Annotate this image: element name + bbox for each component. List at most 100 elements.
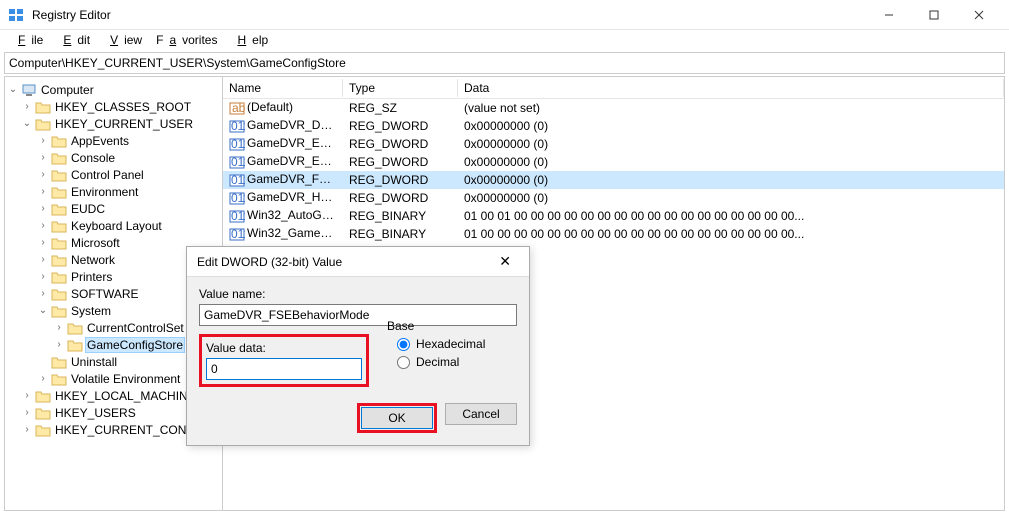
value-data-input[interactable]: [206, 358, 362, 380]
header-name[interactable]: Name: [223, 79, 343, 97]
radio-dec[interactable]: [397, 356, 410, 369]
reg-sz-icon: ab: [229, 100, 245, 116]
expand-icon[interactable]: ›: [37, 220, 49, 231]
svg-text:011: 011: [231, 227, 245, 241]
value-name-label: Value name:: [199, 287, 517, 301]
expand-icon[interactable]: ›: [53, 322, 65, 333]
reg-bin-icon: 011: [229, 118, 245, 134]
list-row[interactable]: ab(Default)REG_SZ(value not set): [223, 99, 1004, 117]
menu-favorites[interactable]: Favorites: [150, 31, 223, 49]
titlebar: Registry Editor: [0, 0, 1009, 30]
list-row[interactable]: 011GameDVR_Enabl...REG_DWORD0x00000000 (…: [223, 153, 1004, 171]
dialog-titlebar[interactable]: Edit DWORD (32-bit) Value ✕: [187, 247, 529, 277]
folder-icon: [51, 304, 67, 318]
value-data-highlight: Value data:: [199, 334, 369, 387]
menu-file[interactable]: File: [6, 31, 49, 49]
dialog-buttons: OK Cancel: [357, 403, 517, 433]
edit-dword-dialog: Edit DWORD (32-bit) Value ✕ Value name: …: [186, 246, 530, 446]
list-row[interactable]: 011Win32_AutoGa...REG_BINARY01 00 01 00 …: [223, 207, 1004, 225]
folder-icon: [35, 423, 51, 437]
cancel-button[interactable]: Cancel: [445, 403, 517, 425]
list-row[interactable]: 011GameDVR_FSEB...REG_DWORD0x00000000 (0…: [223, 171, 1004, 189]
tree-computer[interactable]: ⌄ Computer: [5, 81, 222, 98]
address-bar[interactable]: Computer\HKEY_CURRENT_USER\System\GameCo…: [4, 52, 1005, 74]
expand-icon[interactable]: ›: [21, 101, 33, 112]
dialog-title-text: Edit DWORD (32-bit) Value: [197, 255, 491, 269]
expand-icon[interactable]: ›: [37, 203, 49, 214]
expand-icon[interactable]: ⌄: [37, 305, 49, 316]
value-data-label: Value data:: [206, 341, 362, 355]
header-data[interactable]: Data: [458, 79, 1004, 97]
svg-text:011: 011: [231, 137, 245, 151]
folder-icon: [51, 253, 67, 267]
menu-edit[interactable]: Edit: [51, 31, 96, 49]
expand-icon[interactable]: ›: [37, 237, 49, 248]
folder-icon: [35, 389, 51, 403]
svg-text:011: 011: [231, 119, 245, 133]
expand-icon[interactable]: ⌄: [21, 118, 33, 129]
ok-highlight: OK: [357, 403, 437, 433]
expand-icon[interactable]: ›: [37, 288, 49, 299]
reg-bin-icon: 011: [229, 226, 245, 242]
minimize-button[interactable]: [866, 0, 911, 30]
folder-icon: [35, 100, 51, 114]
expand-icon[interactable]: ›: [37, 373, 49, 384]
folder-icon: [51, 168, 67, 182]
folder-icon: [51, 287, 67, 301]
radio-hex-row[interactable]: Hexadecimal: [397, 337, 547, 351]
radio-hex[interactable]: [397, 338, 410, 351]
tree-hkcu[interactable]: ⌄HKEY_CURRENT_USER: [5, 115, 222, 132]
folder-icon: [51, 202, 67, 216]
folder-icon: [51, 270, 67, 284]
expand-icon[interactable]: ›: [37, 271, 49, 282]
svg-text:011: 011: [231, 191, 245, 205]
expand-icon[interactable]: ›: [37, 254, 49, 265]
menu-view[interactable]: View: [98, 31, 148, 49]
dialog-body: Value name: Value data: Base Hexadecimal…: [187, 277, 529, 397]
tree-item[interactable]: ›Control Panel: [5, 166, 222, 183]
svg-text:011: 011: [231, 173, 245, 187]
folder-icon: [67, 338, 83, 352]
ok-button[interactable]: OK: [361, 407, 433, 429]
computer-icon: [21, 83, 37, 97]
base-label: Base: [387, 319, 547, 333]
folder-icon: [51, 236, 67, 250]
svg-text:ab: ab: [232, 101, 245, 115]
expand-icon[interactable]: ›: [37, 186, 49, 197]
reg-bin-icon: 011: [229, 172, 245, 188]
header-type[interactable]: Type: [343, 79, 458, 97]
folder-icon: [51, 372, 67, 386]
list-row[interactable]: 011Win32_GameMo...REG_BINARY01 00 00 00 …: [223, 225, 1004, 243]
list-row[interactable]: 011GameDVR_DXGI...REG_DWORD0x00000000 (0…: [223, 117, 1004, 135]
folder-icon: [51, 219, 67, 233]
list-row[interactable]: 011GameDVR_EFSE...REG_DWORD0x00000000 (0…: [223, 135, 1004, 153]
address-text: Computer\HKEY_CURRENT_USER\System\GameCo…: [9, 56, 346, 70]
list-row[interactable]: 011GameDVR_Hon...REG_DWORD0x00000000 (0): [223, 189, 1004, 207]
radio-dec-row[interactable]: Decimal: [397, 355, 547, 369]
folder-icon: [35, 406, 51, 420]
svg-text:011: 011: [231, 209, 245, 223]
tree-item[interactable]: ›EUDC: [5, 200, 222, 217]
folder-icon: [67, 321, 83, 335]
maximize-button[interactable]: [911, 0, 956, 30]
tree-item[interactable]: ›Environment: [5, 183, 222, 200]
expand-icon[interactable]: ›: [53, 339, 65, 350]
expand-icon[interactable]: ›: [37, 135, 49, 146]
tree-item[interactable]: ›AppEvents: [5, 132, 222, 149]
svg-text:011: 011: [231, 155, 245, 169]
expand-icon[interactable]: ›: [21, 390, 33, 401]
menu-help[interactable]: Help: [225, 31, 274, 49]
expand-icon[interactable]: ›: [37, 169, 49, 180]
menubar: File Edit View Favorites Help: [0, 30, 1009, 50]
tree-item[interactable]: ›Console: [5, 149, 222, 166]
window-controls: [866, 0, 1001, 30]
dialog-close-button[interactable]: ✕: [491, 253, 519, 270]
tree-item[interactable]: ›Keyboard Layout: [5, 217, 222, 234]
tree-hkcr[interactable]: ›HKEY_CLASSES_ROOT: [5, 98, 222, 115]
expand-icon[interactable]: ›: [21, 407, 33, 418]
expand-icon[interactable]: ›: [21, 424, 33, 435]
expand-icon[interactable]: ›: [37, 152, 49, 163]
expand-icon[interactable]: ⌄: [7, 84, 19, 95]
close-button[interactable]: [956, 0, 1001, 30]
reg-bin-icon: 011: [229, 208, 245, 224]
